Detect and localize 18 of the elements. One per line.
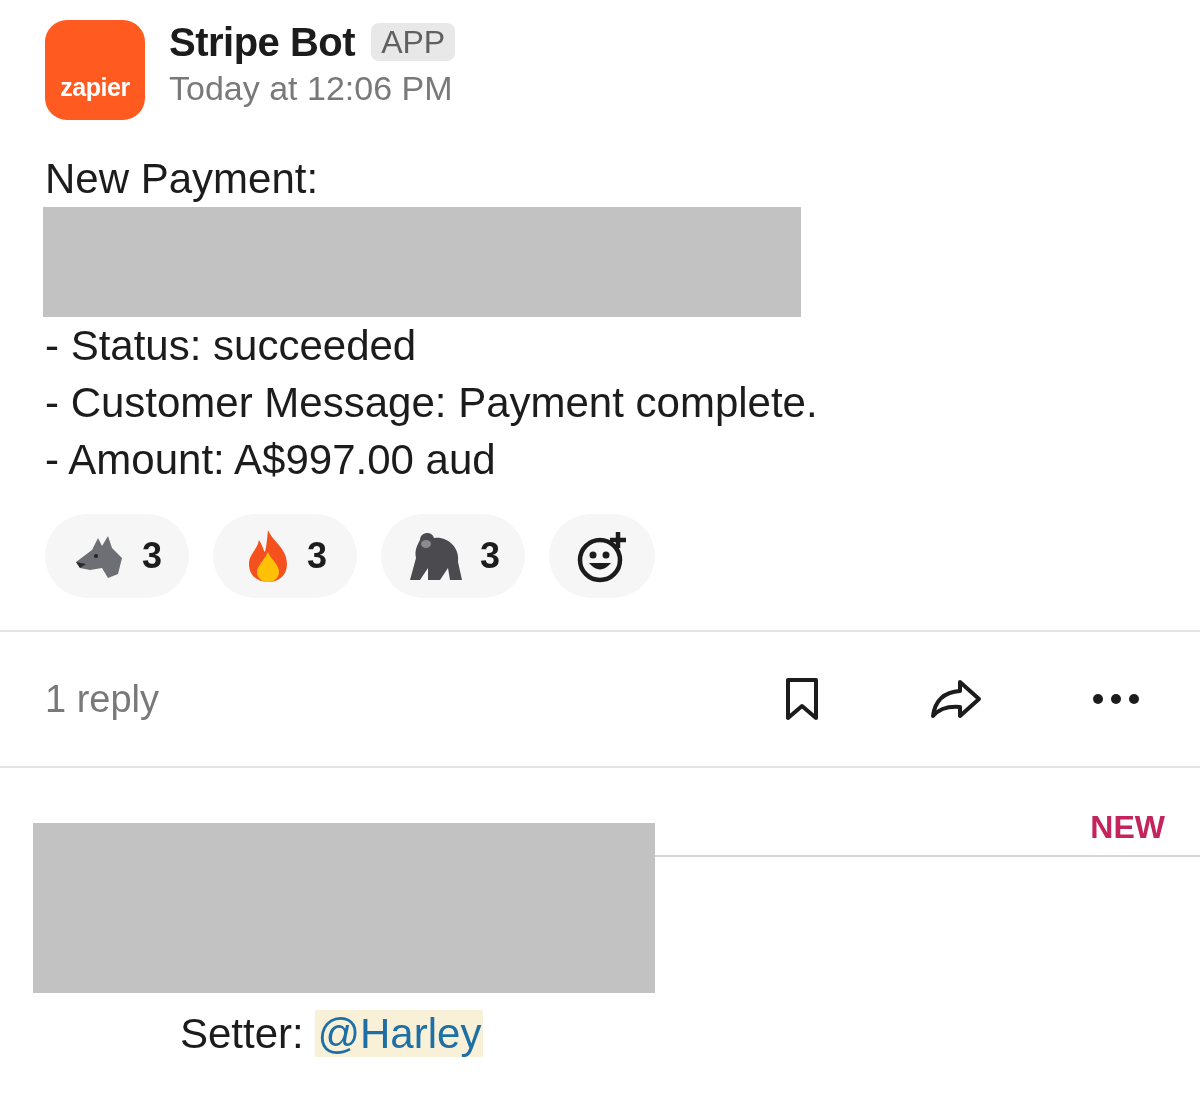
zapier-logo: zapier (45, 20, 145, 120)
reply-count-link[interactable]: 1 reply (45, 670, 160, 728)
message-line: New Payment: (45, 155, 319, 202)
reaction-button[interactable]: 3 (45, 514, 189, 598)
sender-name: Stripe Bot (169, 20, 356, 64)
reply-text: Setter: @Harley (180, 1010, 484, 1057)
message-line: - Amount: A$997.00 aud (45, 436, 496, 483)
share-arrow-icon[interactable] (930, 679, 982, 719)
app-badge: APP (371, 22, 456, 62)
reaction-button[interactable]: 3 (213, 514, 357, 598)
reaction-button[interactable]: 3 (381, 514, 525, 598)
more-icon[interactable] (1092, 693, 1140, 705)
new-messages-label: NEW (1090, 808, 1165, 847)
mention-link[interactable]: @Harley (315, 1010, 484, 1057)
message-line: - Customer Message: Payment complete. (45, 379, 818, 426)
bookmark-icon[interactable] (784, 676, 820, 722)
message-line: - Status: succeeded (45, 322, 417, 369)
message-time: Today at 12:06 PM (169, 68, 454, 109)
